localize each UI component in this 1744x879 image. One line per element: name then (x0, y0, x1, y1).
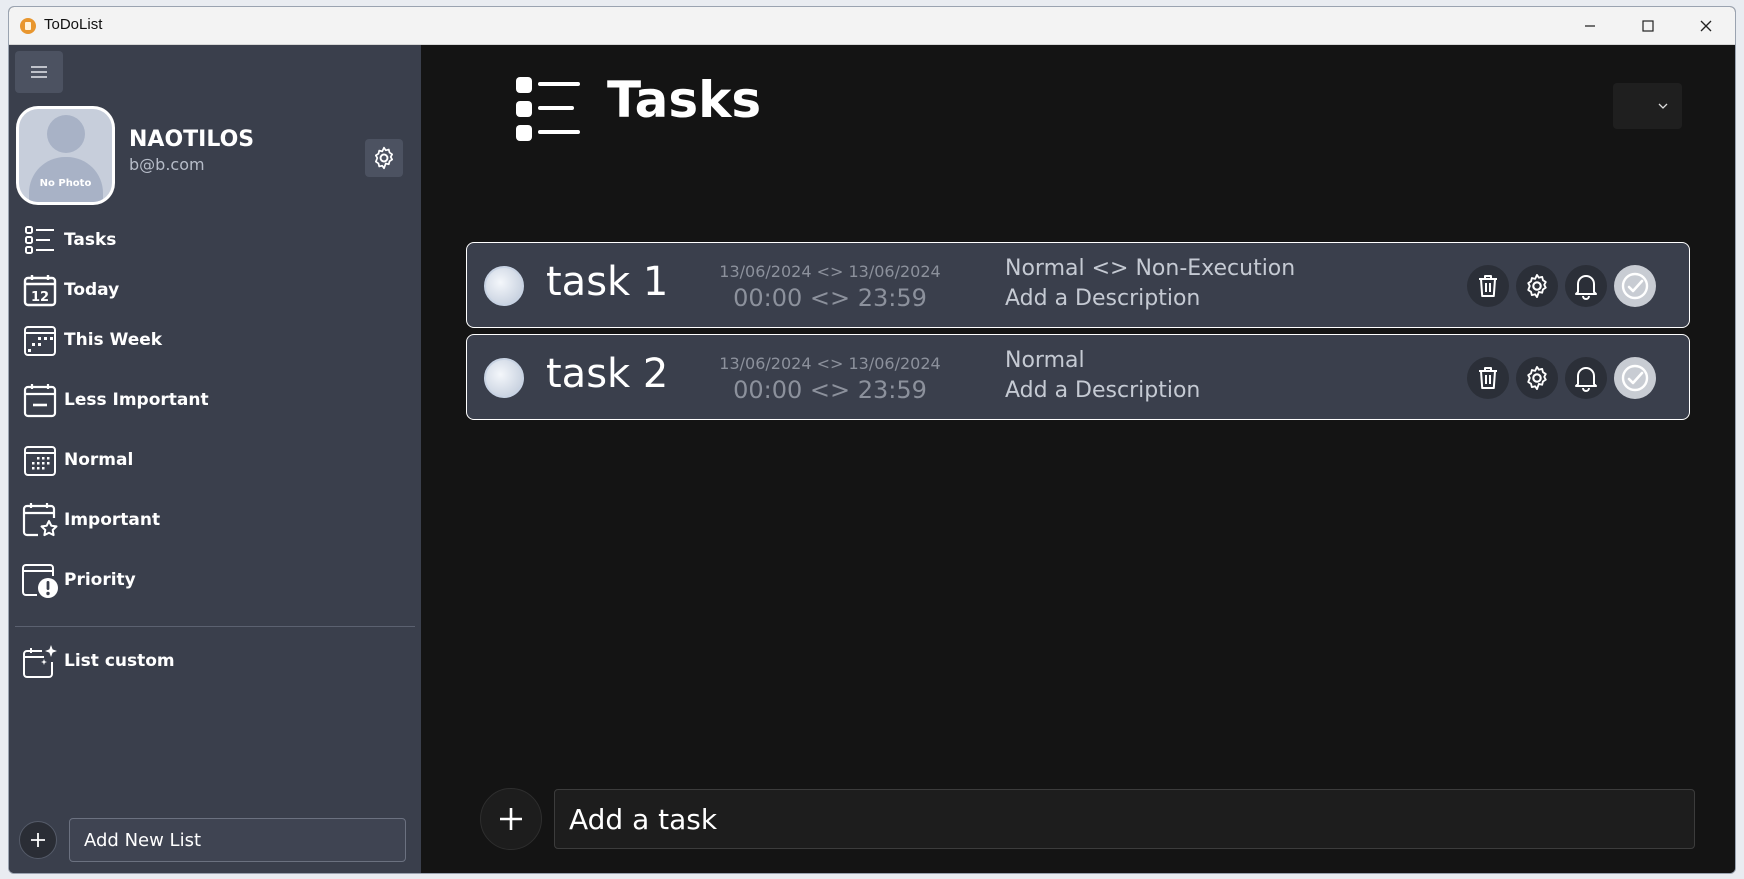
chevron-down-icon (1658, 103, 1668, 109)
bell-icon (1575, 275, 1597, 300)
task-status: Normal (1005, 348, 1085, 373)
task-times: 00:00 <> 23:59 (733, 284, 927, 312)
minimize-button[interactable] (1561, 7, 1619, 45)
add-task-button[interactable] (480, 788, 542, 850)
close-button[interactable] (1677, 7, 1735, 45)
sidebar-item-label: This Week (64, 330, 163, 350)
calendar-sparkle-icon (21, 642, 59, 680)
title-bar: ToDoList (9, 7, 1735, 45)
menu-toggle-button[interactable] (15, 51, 63, 93)
avatar-placeholder-text: No Photo (39, 178, 92, 189)
gear-icon (1527, 273, 1547, 299)
plus-icon (500, 808, 522, 830)
delete-task-button[interactable] (1467, 357, 1509, 399)
sidebar-item-normal[interactable]: Normal (21, 440, 411, 480)
list-icon (514, 75, 582, 147)
sidebar-item-label: Less Important (64, 390, 209, 410)
user-email: b@b.com (129, 155, 205, 174)
task-done-button[interactable] (1614, 265, 1656, 307)
svg-text:12: 12 (31, 290, 49, 305)
window-title: ToDoList (44, 16, 103, 33)
avatar[interactable]: No Photo (16, 106, 115, 205)
task-name: task 1 (546, 259, 669, 305)
calendar-alert-icon (21, 561, 59, 599)
page-title: Tasks (607, 71, 762, 129)
sidebar-item-less-important[interactable]: Less Important (21, 380, 411, 420)
main-content: Tasks task 1 13/06/2024 <> 13/06/2024 00… (421, 45, 1735, 873)
task-settings-button[interactable] (1516, 357, 1558, 399)
gear-icon (375, 146, 393, 170)
sidebar-item-tasks[interactable]: Tasks (21, 220, 411, 260)
task-dates: 13/06/2024 <> 13/06/2024 (719, 354, 941, 373)
gear-icon (1527, 365, 1547, 391)
sidebar-divider (15, 626, 415, 627)
task-done-button[interactable] (1614, 357, 1656, 399)
maximize-icon (1642, 20, 1654, 32)
trash-icon (1479, 275, 1497, 297)
sidebar-item-important[interactable]: Important (21, 500, 411, 540)
sidebar-item-today[interactable]: 12 Today (21, 270, 411, 310)
task-dates: 13/06/2024 <> 13/06/2024 (719, 262, 941, 281)
sidebar-item-label: Today (64, 280, 120, 300)
task-complete-checkbox[interactable] (484, 358, 524, 398)
sidebar-item-label: List custom (64, 651, 175, 671)
sidebar-item-label: Tasks (64, 230, 117, 250)
sidebar-item-this-week[interactable]: This Week (21, 320, 411, 360)
calendar-star-icon (21, 501, 59, 539)
check-circle-icon (1621, 364, 1649, 392)
calendar-dots-icon (21, 441, 59, 479)
sidebar-item-list-custom[interactable]: List custom (21, 641, 411, 681)
bell-icon (1575, 367, 1597, 392)
add-task-input[interactable]: Add a task (554, 789, 1695, 849)
trash-icon (1479, 367, 1497, 389)
maximize-button[interactable] (1619, 7, 1677, 45)
task-reminder-button[interactable] (1565, 357, 1607, 399)
check-circle-icon (1621, 272, 1649, 300)
task-complete-checkbox[interactable] (484, 266, 524, 306)
close-icon (1700, 20, 1712, 32)
task-status: Normal <> Non-Execution (1005, 256, 1296, 281)
sidebar: No Photo NAOTILOS b@b.com Tasks 12 Today… (9, 45, 421, 873)
calendar-week-icon (21, 321, 59, 359)
sidebar-item-priority[interactable]: Priority (21, 560, 411, 600)
sidebar-item-label: Priority (64, 570, 136, 590)
sort-dropdown[interactable] (1613, 83, 1682, 129)
task-reminder-button[interactable] (1565, 265, 1607, 307)
task-card[interactable]: task 1 13/06/2024 <> 13/06/2024 00:00 <>… (466, 242, 1690, 328)
app-window: ToDoList No Photo NAOTILOS b@b.com Tasks… (8, 6, 1736, 874)
add-list-button[interactable] (19, 821, 57, 859)
plus-icon (31, 833, 45, 847)
app-logo-icon (20, 18, 36, 34)
delete-task-button[interactable] (1467, 265, 1509, 307)
task-description[interactable]: Add a Description (1005, 378, 1200, 403)
user-name: NAOTILOS (129, 127, 255, 152)
sidebar-item-label: Important (64, 510, 161, 530)
list-icon (21, 221, 59, 259)
hamburger-icon (31, 66, 47, 78)
calendar-minus-icon (21, 381, 59, 419)
task-description[interactable]: Add a Description (1005, 286, 1200, 311)
profile-settings-button[interactable] (365, 139, 403, 177)
task-times: 00:00 <> 23:59 (733, 376, 927, 404)
task-card[interactable]: task 2 13/06/2024 <> 13/06/2024 00:00 <>… (466, 334, 1690, 420)
sidebar-item-label: Normal (64, 450, 134, 470)
task-name: task 2 (546, 351, 669, 397)
minimize-icon (1585, 25, 1595, 27)
avatar-head (47, 115, 85, 153)
add-list-input[interactable]: Add New List (69, 818, 406, 862)
calendar-day-icon: 12 (21, 271, 59, 309)
task-settings-button[interactable] (1516, 265, 1558, 307)
